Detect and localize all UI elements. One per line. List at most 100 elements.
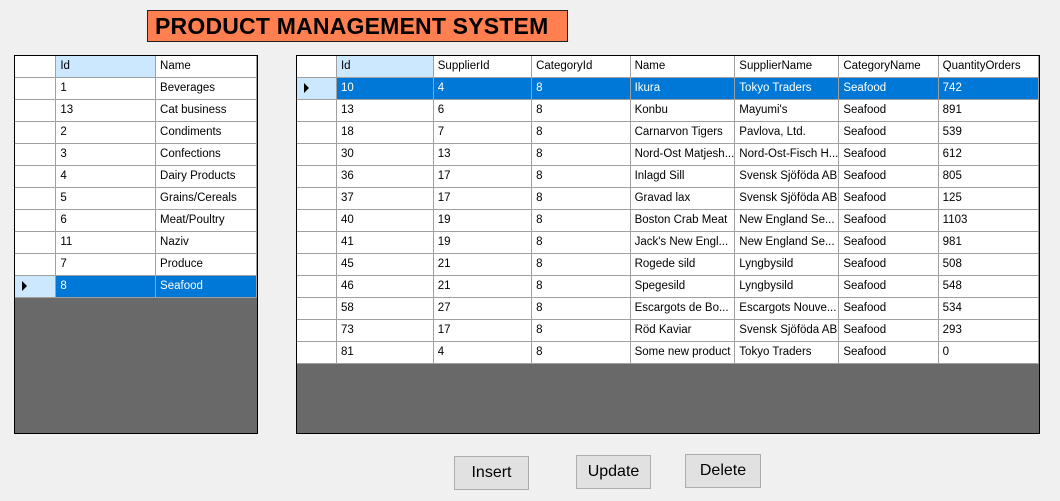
row-header[interactable] [297, 165, 337, 188]
cell-suppliername[interactable]: Pavlova, Ltd. [734, 121, 840, 144]
column-header-name[interactable]: Name [155, 56, 257, 78]
cell-categoryname[interactable]: Seafood [838, 275, 939, 298]
cell-suppliername[interactable]: New England Se... [734, 209, 840, 232]
column-header-quantityorders[interactable]: QuantityOrders [938, 56, 1039, 78]
cell-suppliername[interactable]: Mayumi's [734, 99, 840, 122]
cell-name[interactable]: Carnarvon Tigers [630, 121, 736, 144]
cell-categoryid[interactable]: 8 [531, 165, 631, 188]
table-row[interactable]: 30 13 8 Nord-Ost Matjesh... Nord-Ost-Fisch H… [297, 143, 1039, 166]
cell-supplierid[interactable]: 4 [433, 341, 533, 364]
table-row[interactable]: 4 Dairy Products [15, 165, 257, 188]
row-header[interactable] [297, 77, 337, 100]
column-header-id[interactable]: Id [55, 56, 157, 78]
row-header[interactable] [297, 143, 337, 166]
cell-supplierid[interactable]: 7 [433, 121, 533, 144]
cell-id[interactable]: 40 [336, 209, 434, 232]
table-row[interactable]: 6 Meat/Poultry [15, 209, 257, 232]
cell-id[interactable]: 1 [55, 77, 157, 100]
cell-suppliername[interactable]: Svensk Sjöföda AB [734, 187, 840, 210]
cell-suppliername[interactable]: Nord-Ost-Fisch H... [734, 143, 840, 166]
cell-name[interactable]: Jack's New Engl... [630, 231, 736, 254]
cell-quantityorders[interactable]: 534 [938, 297, 1039, 320]
cell-categoryname[interactable]: Seafood [838, 297, 939, 320]
cell-categoryname[interactable]: Seafood [838, 187, 939, 210]
cell-categoryid[interactable]: 8 [531, 319, 631, 342]
table-row[interactable]: 41 19 8 Jack's New Engl... New England Se...… [297, 231, 1039, 254]
cell-categoryid[interactable]: 8 [531, 341, 631, 364]
row-header[interactable] [15, 209, 57, 232]
cell-id[interactable]: 5 [55, 187, 157, 210]
cell-name[interactable]: Meat/Poultry [155, 209, 257, 232]
row-header[interactable] [297, 253, 337, 276]
row-header[interactable] [297, 99, 337, 122]
cell-categoryid[interactable]: 8 [531, 297, 631, 320]
categories-grid[interactable]: Id Name 1 Beverages 13 Cat business 2 Condime… [14, 55, 258, 434]
table-row[interactable]: 36 17 8 Inlagd Sill Svensk Sjöföda AB Seafood… [297, 165, 1039, 188]
cell-id[interactable]: 30 [336, 143, 434, 166]
cell-categoryname[interactable]: Seafood [838, 77, 939, 100]
cell-id[interactable]: 46 [336, 275, 434, 298]
row-header[interactable] [15, 77, 57, 100]
cell-supplierid[interactable]: 19 [433, 231, 533, 254]
cell-suppliername[interactable]: Lyngbysild [734, 253, 840, 276]
table-row[interactable]: 45 21 8 Rogede sild Lyngbysild Seafood 508 [297, 253, 1039, 276]
cell-categoryname[interactable]: Seafood [838, 319, 939, 342]
table-row[interactable]: 18 7 8 Carnarvon Tigers Pavlova, Ltd. Seafood… [297, 121, 1039, 144]
column-header-suppliername[interactable]: SupplierName [734, 56, 840, 78]
cell-id[interactable]: 6 [55, 209, 157, 232]
cell-name[interactable]: Confections [155, 143, 257, 166]
row-header[interactable] [15, 121, 57, 144]
column-header-name[interactable]: Name [630, 56, 736, 78]
cell-categoryid[interactable]: 8 [531, 187, 631, 210]
cell-supplierid[interactable]: 17 [433, 165, 533, 188]
cell-id[interactable]: 18 [336, 121, 434, 144]
table-row[interactable]: 8 Seafood [15, 275, 257, 298]
update-button[interactable]: Update [576, 455, 651, 489]
column-header-categoryname[interactable]: CategoryName [838, 56, 939, 78]
row-header[interactable] [297, 231, 337, 254]
cell-supplierid[interactable]: 21 [433, 275, 533, 298]
table-row[interactable]: 7 Produce [15, 253, 257, 276]
insert-button[interactable]: Insert [454, 456, 529, 490]
column-header-id[interactable]: Id [336, 56, 434, 78]
row-header[interactable] [297, 319, 337, 342]
table-row[interactable]: 40 19 8 Boston Crab Meat New England Se... Se… [297, 209, 1039, 232]
table-row[interactable]: 13 Cat business [15, 99, 257, 122]
cell-categoryid[interactable]: 8 [531, 231, 631, 254]
cell-name[interactable]: Boston Crab Meat [630, 209, 736, 232]
cell-id[interactable]: 13 [336, 99, 434, 122]
row-header[interactable] [15, 253, 57, 276]
cell-id[interactable]: 4 [55, 165, 157, 188]
cell-name[interactable]: Inlagd Sill [630, 165, 736, 188]
cell-name[interactable]: Condiments [155, 121, 257, 144]
table-row[interactable]: 58 27 8 Escargots de Bo... Escargots Nouve..… [297, 297, 1039, 320]
table-row[interactable]: 13 6 8 Konbu Mayumi's Seafood 891 [297, 99, 1039, 122]
cell-quantityorders[interactable]: 612 [938, 143, 1039, 166]
cell-supplierid[interactable]: 13 [433, 143, 533, 166]
cell-id[interactable]: 36 [336, 165, 434, 188]
cell-categoryname[interactable]: Seafood [838, 341, 939, 364]
cell-quantityorders[interactable]: 293 [938, 319, 1039, 342]
table-row[interactable]: 10 4 8 Ikura Tokyo Traders Seafood 742 [297, 77, 1039, 100]
row-header[interactable] [15, 165, 57, 188]
cell-id[interactable]: 45 [336, 253, 434, 276]
row-header[interactable] [15, 99, 57, 122]
cell-categoryname[interactable]: Seafood [838, 99, 939, 122]
cell-id[interactable]: 58 [336, 297, 434, 320]
row-header[interactable] [297, 297, 337, 320]
cell-name[interactable]: Spegesild [630, 275, 736, 298]
cell-name[interactable]: Konbu [630, 99, 736, 122]
cell-quantityorders[interactable]: 548 [938, 275, 1039, 298]
cell-categoryname[interactable]: Seafood [838, 121, 939, 144]
cell-categoryname[interactable]: Seafood [838, 143, 939, 166]
row-header[interactable] [15, 275, 57, 298]
row-header[interactable] [297, 121, 337, 144]
cell-categoryid[interactable]: 8 [531, 121, 631, 144]
cell-categoryname[interactable]: Seafood [838, 231, 939, 254]
cell-id[interactable]: 11 [55, 231, 157, 254]
cell-quantityorders[interactable]: 742 [938, 77, 1039, 100]
table-row[interactable]: 46 21 8 Spegesild Lyngbysild Seafood 548 [297, 275, 1039, 298]
cell-name[interactable]: Some new product [630, 341, 736, 364]
cell-id[interactable]: 2 [55, 121, 157, 144]
cell-name[interactable]: Grains/Cereals [155, 187, 257, 210]
